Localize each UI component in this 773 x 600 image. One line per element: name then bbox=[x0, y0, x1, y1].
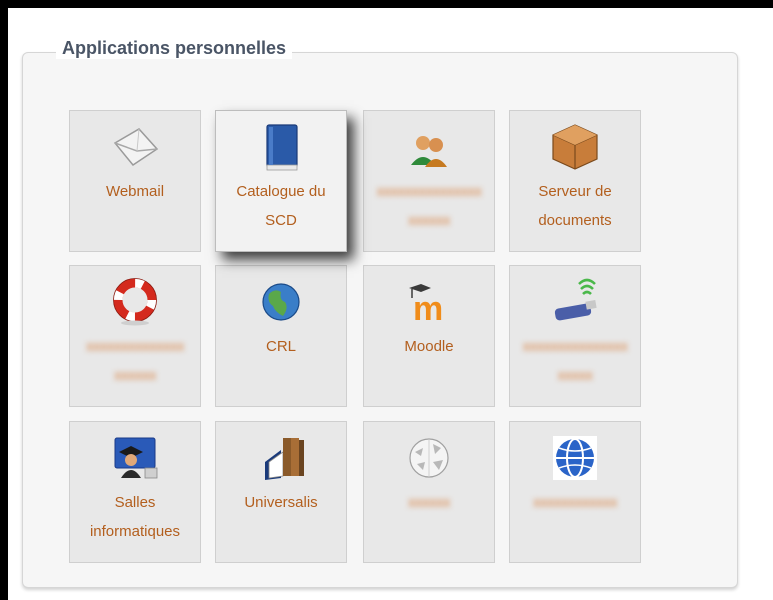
envelope-icon bbox=[109, 121, 161, 173]
graduate-icon bbox=[109, 432, 161, 484]
books-icon bbox=[255, 432, 307, 484]
tile-serveur-documents[interactable]: Serveur de documents bbox=[509, 110, 641, 252]
section-title: Applications personnelles bbox=[56, 38, 293, 59]
book-icon bbox=[255, 121, 307, 173]
tile-label: Salles informatiques bbox=[89, 494, 181, 540]
tile-label: Universalis bbox=[244, 494, 318, 511]
wifi-usb-icon bbox=[549, 276, 601, 328]
tile-label-redacted: xxxxxxxxxxxxxx xxxxxx bbox=[86, 338, 185, 384]
tile-catalogue-scd[interactable]: Catalogue du SCD bbox=[215, 110, 347, 252]
moodle-icon: m bbox=[403, 276, 455, 328]
svg-text:m: m bbox=[413, 290, 443, 328]
tile-salles-informatiques[interactable]: Salles informatiques bbox=[69, 421, 201, 563]
tile-label: CRL bbox=[265, 338, 296, 355]
globe-icon bbox=[255, 276, 307, 328]
tile-users[interactable]: xxxxxxxxxxxxxxx xxxxxx bbox=[363, 110, 495, 252]
tile-label-redacted: xxxxxxxxxxxx bbox=[533, 494, 618, 511]
tile-moodle[interactable]: m Moodle bbox=[363, 265, 495, 407]
tile-assistance[interactable]: xxxxxxxxxxxxxx xxxxxx bbox=[69, 265, 201, 407]
tile-universalis[interactable]: Universalis bbox=[215, 421, 347, 563]
tile-wikipedia[interactable]: xxxxxx bbox=[363, 421, 495, 563]
users-icon bbox=[403, 121, 455, 173]
tile-crl[interactable]: CRL bbox=[215, 265, 347, 407]
tile-label: Webmail bbox=[105, 183, 165, 200]
tile-label-redacted: xxxxxx bbox=[408, 494, 451, 511]
tile-label-redacted: xxxxxxxxxxxxxxx xxxxx bbox=[522, 338, 629, 384]
web-globe-icon bbox=[549, 432, 601, 484]
crate-icon bbox=[549, 121, 601, 173]
tile-wifi[interactable]: xxxxxxxxxxxxxxx xxxxx bbox=[509, 265, 641, 407]
tile-web[interactable]: xxxxxxxxxxxx bbox=[509, 421, 641, 563]
tile-label: Serveur de documents bbox=[538, 183, 612, 229]
tile-label-redacted: xxxxxxxxxxxxxxx xxxxxx bbox=[376, 183, 483, 229]
lifebuoy-icon bbox=[109, 276, 161, 328]
wikipedia-icon bbox=[403, 432, 455, 484]
tile-webmail[interactable]: Webmail bbox=[69, 110, 201, 252]
tile-label: Catalogue du SCD bbox=[236, 183, 326, 229]
tile-label: Moodle bbox=[404, 338, 454, 355]
